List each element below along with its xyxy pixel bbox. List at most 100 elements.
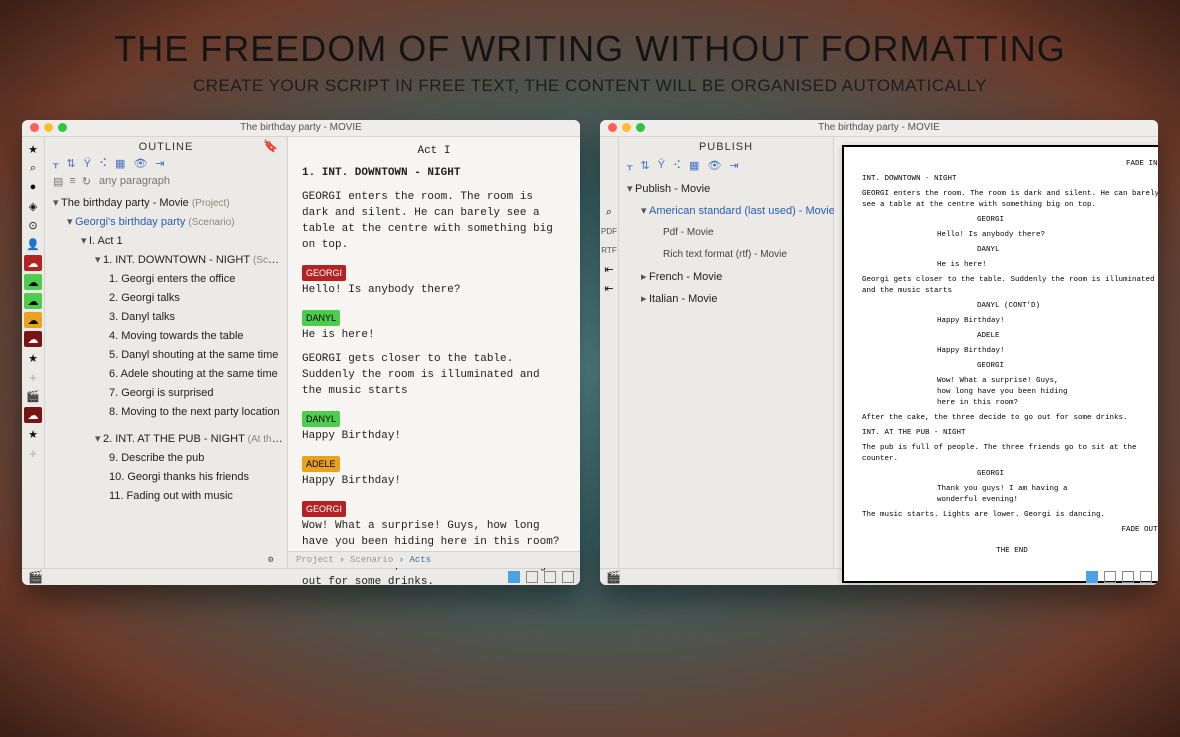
export-icon[interactable]: ⇤ [600,261,618,277]
dot-icon[interactable]: ● [24,179,42,195]
character-tag-danyl[interactable]: DANYL [302,310,340,326]
dialogue-green-icon[interactable]: ☁ [24,274,42,290]
tree-project[interactable]: ▾The birthday party - Movie (Project) [49,194,283,213]
character: GEORGI [977,469,1158,480]
grid-icon[interactable]: ▦ [115,157,125,170]
expand-icon[interactable]: ⇅ [640,159,649,172]
tree-beat[interactable]: 11. Fading out with music [49,487,283,506]
tree-beat[interactable]: 2. Georgi talks [49,289,283,308]
dialogue-darkred2-icon[interactable]: ☁ [24,407,42,423]
bookmark-ribbon-icon[interactable]: 🔖 [263,139,279,153]
clapboard-icon[interactable]: 🎬 [606,570,621,584]
dialogue-line[interactable]: He is here! [302,327,566,343]
pin-icon[interactable]: ⊙ [24,217,42,233]
tree-beat[interactable]: 7. Georgi is surprised [49,384,283,403]
editor-breadcrumb: ⚙ Project › Scenario › Acts [288,551,580,568]
tree-icon[interactable]: ᚁ [53,157,58,170]
action2-icon[interactable]: ★ [24,426,42,442]
maximize-icon[interactable] [636,123,645,132]
character-tag-georgi[interactable]: GEORGI [302,501,346,517]
outline-tree[interactable]: ▾The birthday party - Movie (Project) ▾G… [45,192,287,568]
export-icon[interactable]: ⇥ [155,157,164,170]
dialogue-line[interactable]: Wow! What a surprise! Guys, how long hav… [302,518,566,550]
dialogue-darkred-icon[interactable]: ☁ [24,331,42,347]
dialogue-orange-icon[interactable]: ☁ [24,312,42,328]
publish-rtf[interactable]: Rich text format (rtf) - Movie [623,244,829,266]
script-editor[interactable]: Act I 1. INT. DOWNTOWN - NIGHT GEORGI en… [288,137,580,568]
running-icon[interactable]: ★ [24,141,42,157]
action: The music starts. Lights are lower. Geor… [862,510,1158,521]
tree-icon[interactable]: ᚁ [627,159,632,172]
dialogue: Thank you guys! I am having a [937,484,1132,495]
expand-icon[interactable]: ⇅ [66,157,75,170]
character-tag-danyl[interactable]: DANYL [302,411,340,427]
dialogue-green2-icon[interactable]: ☁ [24,293,42,309]
export2-icon[interactable]: ⇤ [600,280,618,296]
rtf-icon[interactable]: RTF [600,242,618,258]
tree-beat[interactable]: 5. Danyl shouting at the same time [49,346,283,365]
search-icon[interactable]: ⌕ [24,160,42,176]
publish-root[interactable]: ▾Publish - Movie [623,178,829,200]
slugline[interactable]: 1. INT. DOWNTOWN - NIGHT [302,165,566,181]
bookmark-icon[interactable]: ◈ [24,198,42,214]
list-icon[interactable]: ▤ [53,175,63,188]
publish-american[interactable]: ▾American standard (last used) - Movie [623,200,829,222]
action: Georgi gets closer to the table. Suddenl… [862,275,1158,297]
user-icon[interactable]: 👤 [24,236,42,252]
layout-toggle-1[interactable] [1086,571,1098,583]
share-icon[interactable]: ⠪ [673,159,681,172]
window-title: The birthday party - MOVIE [22,120,580,136]
publish-pdf[interactable]: Pdf - Movie [623,222,829,244]
publish-french[interactable]: ▸French - Movie [623,266,829,288]
pdf-icon[interactable]: PDF [600,223,618,239]
character-tag-georgi[interactable]: GEORGI [302,265,346,281]
add-icon[interactable]: + [24,369,42,385]
filter-row: ▤ ≡ ↻ [45,172,287,192]
publish-tree[interactable]: ▾Publish - Movie ▾American standard (las… [619,174,833,568]
dialogue-red-icon[interactable]: ☁ [24,255,42,271]
layout-toggle-2[interactable] [1104,571,1116,583]
dialogue-line[interactable]: Hello! Is anybody there? [302,282,566,298]
action-icon[interactable]: ★ [24,350,42,366]
search-icon[interactable]: ⌕ [600,204,618,220]
tree-act1[interactable]: ▾I. Act 1 [49,232,283,251]
layout-toggle-3[interactable] [1122,571,1134,583]
export-icon[interactable]: ⇥ [729,159,738,172]
eye-icon[interactable]: 👁 [133,157,147,170]
dialogue-line[interactable]: Happy Birthday! [302,428,566,444]
tree-scenario[interactable]: ▾Georgi's birthday party (Scenario) [49,213,283,232]
branch-icon[interactable]: Ÿ [84,158,91,170]
share-icon[interactable]: ⠪ [99,157,107,170]
add2-icon[interactable]: + [24,445,42,461]
layout-toggle-4[interactable] [1140,571,1152,583]
publish-italian[interactable]: ▸Italian - Movie [623,288,829,310]
clap-icon[interactable]: 🎬 [24,388,42,404]
branch-icon[interactable]: Ÿ [658,159,665,172]
tree-beat[interactable]: 3. Danyl talks [49,308,283,327]
tree-beat[interactable]: 4. Moving towards the table [49,327,283,346]
tree-beat[interactable]: 8. Moving to the next party location [49,403,283,422]
close-icon[interactable] [30,123,39,132]
sidebar-rail: ⌕ PDF RTF ⇤ ⇤ [600,137,619,568]
maximize-icon[interactable] [58,123,67,132]
action-para[interactable]: GEORGI gets closer to the table. Suddenl… [302,351,566,399]
action-para[interactable]: GEORGI enters the room. The room is dark… [302,189,566,253]
grid-icon[interactable]: ▦ [689,159,699,172]
tree-beat[interactable]: 6. Adele shouting at the same time [49,365,283,384]
minimize-icon[interactable] [622,123,631,132]
filter-input[interactable] [97,174,231,188]
tree-beat[interactable]: 9. Describe the pub [49,449,283,468]
minimize-icon[interactable] [44,123,53,132]
tree-beat[interactable]: 10. Georgi thanks his friends [49,468,283,487]
tree-scene2[interactable]: ▾2. INT. AT THE PUB - NIGHT (At the pub) [49,430,283,449]
dialogue-line[interactable]: Happy Birthday! [302,473,566,489]
eye-icon[interactable]: 👁 [707,159,721,172]
refresh-icon[interactable]: ↻ [82,175,91,188]
lines-icon[interactable]: ≡ [69,175,75,187]
tree-beat[interactable]: 1. Georgi enters the office [49,270,283,289]
character-tag-adele[interactable]: ADELE [302,456,340,472]
character: DANYL [977,245,1158,256]
clapboard-icon[interactable]: 🎬 [28,570,43,584]
tree-scene1[interactable]: ▾1. INT. DOWNTOWN - NIGHT (Scene 1) [49,251,283,270]
close-icon[interactable] [608,123,617,132]
